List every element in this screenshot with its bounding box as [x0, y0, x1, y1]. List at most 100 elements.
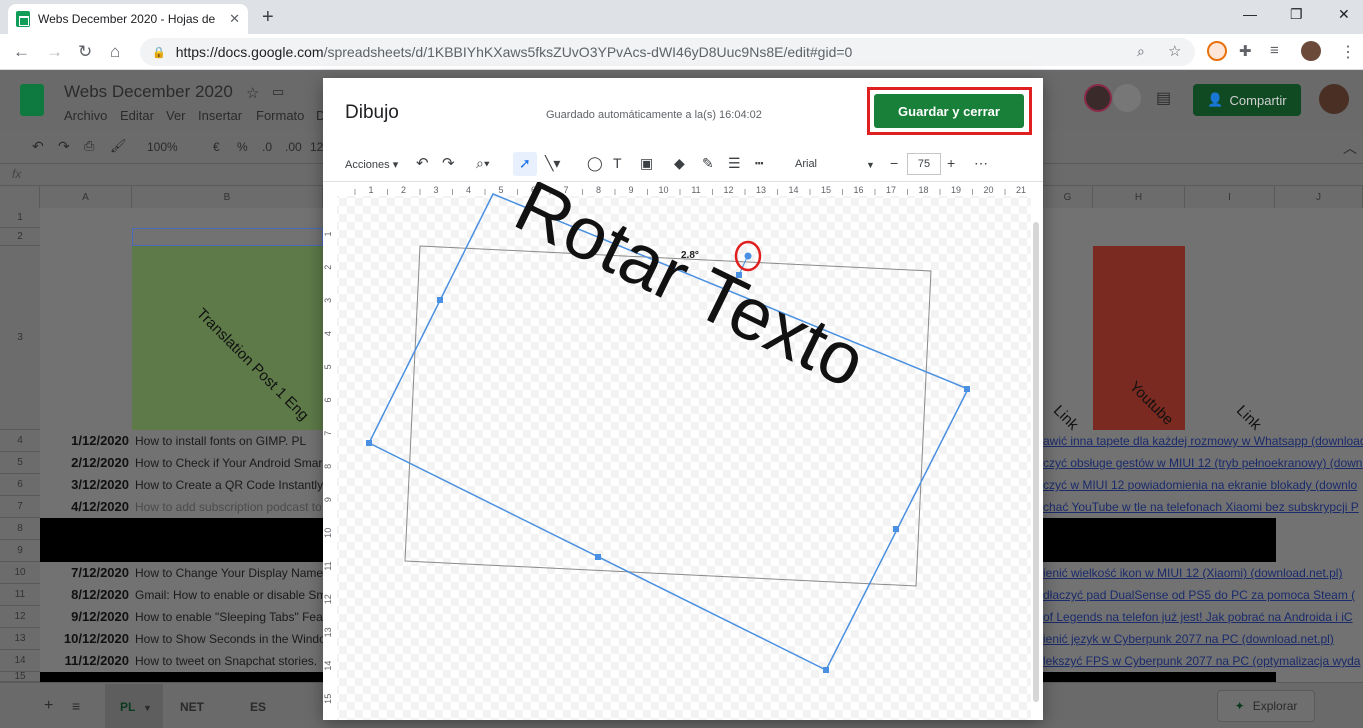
row-header[interactable]: 11 — [0, 584, 40, 606]
title-cell[interactable]: How to Check if Your Android Smar — [135, 456, 323, 470]
border-weight-icon[interactable]: ☰ — [728, 155, 741, 172]
vertical-ruler[interactable] — [323, 196, 337, 720]
line-tool-icon[interactable]: ╲▾ — [545, 155, 560, 172]
menu-archivo[interactable]: Archivo — [64, 108, 107, 123]
title-cell[interactable]: How to Create a QR Code Instantly — [135, 478, 323, 492]
text-box-icon[interactable]: T — [613, 155, 622, 171]
sheet-tab-dropdown-icon[interactable]: ▼ — [143, 703, 152, 713]
redo-icon[interactable]: ↷ — [442, 154, 455, 172]
vertical-scrollbar[interactable] — [1033, 222, 1039, 702]
zoom-icon[interactable]: ⌕ — [1137, 43, 1145, 60]
menu-ver[interactable]: Ver — [166, 108, 186, 123]
drawing-canvas-area[interactable]: 1 2 3 4 5 6 7 8 9 10 11 12 13 14 15 16 17 18 19 20 21 123456… — [323, 182, 1043, 720]
shape-tool-icon[interactable]: ◯ — [587, 155, 603, 172]
close-tab-icon[interactable]: ✕ — [229, 11, 240, 27]
column-header[interactable]: J — [1275, 186, 1363, 208]
browser-tab[interactable]: Webs December 2020 - Hojas de ✕ — [8, 4, 248, 34]
resize-handle[interactable] — [893, 526, 899, 532]
horizontal-ruler[interactable] — [323, 182, 1043, 196]
menu-editar[interactable]: Editar — [120, 108, 154, 123]
home-icon[interactable]: ⌂ — [110, 42, 120, 62]
menu-insertar[interactable]: Insertar — [198, 108, 242, 123]
resize-handle[interactable] — [437, 297, 443, 303]
drawing-canvas-svg[interactable]: 1 2 3 4 5 6 7 8 9 10 11 12 13 14 15 16 17 18 19 20 21 123456… — [323, 182, 1043, 720]
column-header[interactable]: A — [40, 186, 132, 208]
zoom-drawing-icon[interactable]: ⌕▾ — [476, 155, 490, 172]
more-options-icon[interactable]: ⋯ — [974, 155, 988, 172]
image-icon[interactable]: ▣ — [640, 155, 653, 172]
selected-cell[interactable] — [132, 228, 323, 246]
row-header[interactable]: 13 — [0, 628, 40, 650]
font-size-increase[interactable]: + — [947, 155, 955, 171]
row-header[interactable]: 6 — [0, 474, 40, 496]
link-cell[interactable]: awić inna tapete dla każdej rozmowy w Wh… — [1043, 434, 1363, 448]
share-button[interactable]: 👤 Compartir — [1193, 84, 1301, 116]
fill-color-icon[interactable]: ◆ — [674, 155, 685, 172]
date-cell[interactable]: 3/12/2020 — [40, 477, 132, 492]
date-cell[interactable]: 2/12/2020 — [40, 455, 132, 470]
all-sheets-icon[interactable]: ≡ — [72, 698, 80, 714]
row-header[interactable]: 8 — [0, 518, 40, 540]
title-cell[interactable]: How to Change Your Display Name — [135, 566, 323, 580]
row-header[interactable]: 3 — [0, 246, 40, 430]
actions-menu[interactable]: Acciones ▾ — [345, 158, 398, 171]
title-cell[interactable]: How to enable "Sleeping Tabs" Feat — [135, 610, 323, 624]
percent-format[interactable]: % — [237, 140, 248, 154]
row-header[interactable]: 2 — [0, 228, 40, 246]
link-cell[interactable]: chać YouTube w tle na telefonach Xiaomi … — [1043, 500, 1363, 514]
new-tab-icon[interactable]: + — [262, 6, 274, 29]
link-cell[interactable]: dłaczyć pad DualSense od PS5 do PC za po… — [1043, 588, 1363, 602]
date-cell[interactable]: 1/12/2020 — [40, 433, 132, 448]
border-color-icon[interactable]: ✎ — [702, 155, 714, 172]
font-dropdown-icon[interactable]: ▼ — [866, 160, 875, 170]
minimize-icon[interactable]: — — [1243, 6, 1257, 22]
back-icon[interactable]: ← — [13, 42, 30, 62]
date-cell[interactable]: 8/12/2020 — [40, 587, 132, 602]
decrease-decimal[interactable]: .0 — [262, 140, 272, 154]
row-header[interactable]: 15 — [0, 671, 40, 682]
date-cell[interactable]: 11/12/2020 — [40, 653, 132, 668]
forward-icon[interactable]: → — [46, 42, 63, 62]
rotation-handle[interactable] — [744, 252, 752, 260]
title-cell[interactable]: How to install fonts on GIMP. PL — [135, 434, 323, 448]
resize-handle[interactable] — [964, 386, 970, 392]
add-sheet-icon[interactable]: + — [44, 697, 53, 715]
link-cell[interactable]: ienić wielkość ikon w MIUI 12 (Xiaomi) (… — [1043, 566, 1363, 580]
link-cell[interactable]: ienić język w Cyberpunk 2077 na PC (down… — [1043, 632, 1363, 646]
sheet-tab-pl[interactable]: PL — [120, 700, 135, 714]
column-header[interactable]: H — [1093, 186, 1185, 208]
sheet-tab-net[interactable]: NET — [180, 700, 204, 714]
paint-format-icon[interactable]: 🖌 — [110, 138, 127, 154]
date-cell[interactable]: 4/12/2020 — [40, 499, 132, 514]
collaborator-avatar[interactable] — [1084, 84, 1112, 112]
row-header[interactable]: 5 — [0, 452, 40, 474]
title-cell[interactable]: Gmail: How to enable or disable Sm — [135, 588, 323, 602]
redo-icon[interactable]: ↷ — [58, 138, 70, 155]
date-cell[interactable]: 10/12/2020 — [40, 631, 132, 646]
maximize-icon[interactable]: ❐ — [1290, 6, 1303, 23]
media-queue-icon[interactable]: ≡ — [1270, 42, 1279, 59]
zoom-select[interactable]: 100% — [147, 140, 178, 154]
chrome-menu-icon[interactable]: ⋮ — [1340, 42, 1356, 62]
row-header[interactable]: 14 — [0, 650, 40, 672]
undo-icon[interactable]: ↶ — [416, 154, 429, 172]
resize-handle[interactable] — [736, 272, 742, 278]
currency-format[interactable]: € — [213, 140, 220, 154]
move-folder-icon[interactable]: ▭ — [272, 84, 284, 100]
link-cell[interactable]: of Legends na telefon już jest! Jak pobr… — [1043, 610, 1363, 624]
font-size-decrease[interactable]: − — [890, 155, 898, 171]
reload-icon[interactable]: ↻ — [78, 42, 92, 62]
url-input[interactable]: 🔒 https://docs.google.com/spreadsheets/d… — [140, 38, 1195, 66]
resize-handle[interactable] — [823, 667, 829, 673]
title-cell[interactable]: How to add subscription podcast to — [135, 500, 323, 514]
select-all-corner[interactable] — [0, 186, 40, 208]
collapse-icon[interactable]: ︿ — [1343, 138, 1357, 158]
resize-handle[interactable] — [366, 440, 372, 446]
row-header[interactable]: 9 — [0, 540, 40, 562]
sheets-logo-icon[interactable] — [20, 84, 44, 116]
close-window-icon[interactable]: ✕ — [1338, 6, 1350, 23]
link-cell[interactable]: lekszyć FPS w Cyberpunk 2077 na PC (opty… — [1043, 654, 1363, 668]
row-header[interactable]: 7 — [0, 496, 40, 518]
user-avatar[interactable] — [1319, 84, 1349, 114]
date-cell[interactable]: 9/12/2020 — [40, 609, 132, 624]
